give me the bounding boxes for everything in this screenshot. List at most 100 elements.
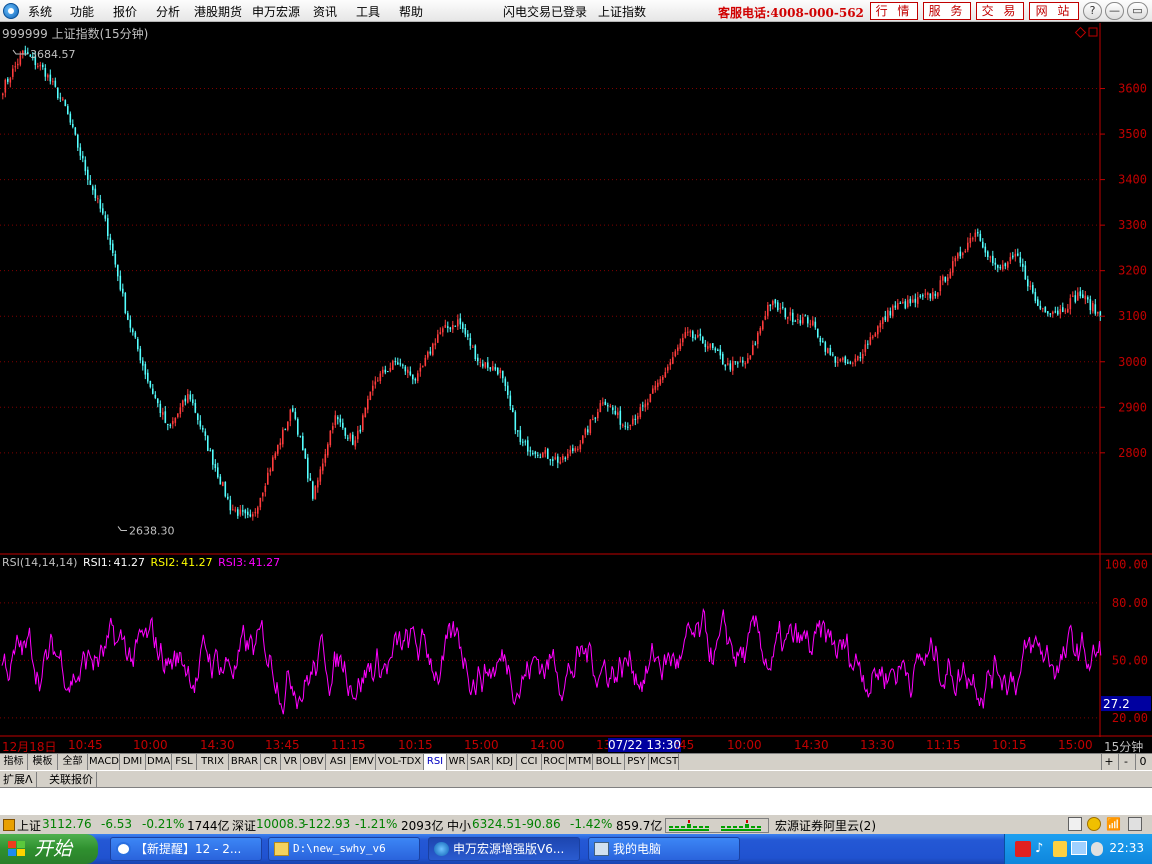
candle-body	[984, 246, 987, 253]
related-quote-tab[interactable]: 关联报价	[46, 772, 97, 787]
menu-system[interactable]: 系统	[28, 3, 52, 20]
chart-area[interactable]: 2800 2900 3000 3100 3200 3300 3400 3500 3600 20.0…	[0, 23, 1152, 753]
candle-body	[472, 346, 474, 348]
menu-news[interactable]: 资讯	[313, 3, 337, 20]
candle-body	[217, 467, 219, 478]
zoom-out-button[interactable]: -	[1118, 754, 1133, 770]
lock-icon[interactable]	[1128, 817, 1142, 831]
zoom-in-button[interactable]: +	[1101, 754, 1116, 770]
indicator-tab-trix[interactable]: TRIX	[197, 754, 229, 770]
kline-rsi-chart[interactable]: 2800 2900 3000 3100 3200 3300 3400 3500 3600 20.0…	[0, 23, 1152, 737]
indicator-tab-指标[interactable]: 指标	[0, 754, 28, 770]
indicator-tab-dmi[interactable]: DMI	[120, 754, 146, 770]
indicator-tab-emv[interactable]: EMV	[351, 754, 376, 770]
candle-body	[547, 448, 549, 459]
indicator-tab-psy[interactable]: PSY	[625, 754, 649, 770]
indicator-tab-boll[interactable]: BOLL	[593, 754, 625, 770]
candle-body	[337, 417, 339, 420]
quote-button[interactable]: 行 情	[870, 2, 918, 20]
candle-body	[384, 369, 387, 373]
candle-body	[104, 215, 107, 219]
indicator-tab-wr[interactable]: WR	[447, 754, 468, 770]
tray-red-icon[interactable]	[1015, 841, 1031, 857]
start-button[interactable]: 开始	[0, 834, 98, 864]
indicator-tab-obv[interactable]: OBV	[301, 754, 326, 770]
taskbar-item-reminder[interactable]: 【新提醒】12 - 2...	[110, 837, 262, 861]
menu-hk-futures[interactable]: 港股期货	[194, 3, 242, 20]
help-icon[interactable]: ?	[1083, 2, 1102, 20]
indicator-tab-mcst[interactable]: MCST	[649, 754, 679, 770]
app-logo-icon[interactable]	[3, 3, 19, 19]
indicator-tab-dma[interactable]: DMA	[146, 754, 172, 770]
candle-body	[817, 328, 819, 338]
indicator-tab-rsi[interactable]: RSI	[424, 754, 447, 770]
market-icon[interactable]	[3, 819, 15, 831]
candle-body	[404, 366, 407, 372]
indicator-tab-macd[interactable]: MACD	[88, 754, 120, 770]
candle-body	[782, 306, 784, 308]
menu-quote[interactable]: 报价	[113, 3, 137, 20]
taskbar-item-my-computer[interactable]: 我的电脑	[588, 837, 740, 861]
candle-body	[267, 472, 269, 485]
candle-body	[137, 338, 139, 350]
taskbar-item-swhy-app[interactable]: 申万宏源增强版V6...	[428, 837, 580, 861]
candle-body	[979, 233, 982, 241]
candle-body	[314, 486, 317, 500]
menu-analysis[interactable]: 分析	[156, 3, 180, 20]
tray-app-icon[interactable]	[1053, 841, 1067, 857]
candle-body	[69, 113, 72, 123]
menu-swhy[interactable]: 申万宏源	[252, 3, 300, 20]
indicator-tab-sar[interactable]: SAR	[468, 754, 493, 770]
restore-icon[interactable]: ▭	[1127, 2, 1148, 20]
indicator-tab-cr[interactable]: CR	[261, 754, 281, 770]
indicator-tab-fsl[interactable]: FSL	[172, 754, 197, 770]
minimize-icon[interactable]: —	[1105, 2, 1124, 20]
price-tick-label: 3100	[1118, 309, 1147, 323]
tray-shield-icon[interactable]	[1091, 842, 1103, 856]
indicator-tab-mtm[interactable]: MTM	[567, 754, 593, 770]
tray-network-icon[interactable]	[1071, 841, 1087, 855]
indicator-tab-kdj[interactable]: KDJ	[493, 754, 517, 770]
indicator-tab-brar[interactable]: BRAR	[229, 754, 261, 770]
candle-body	[957, 253, 959, 259]
tray-sound-icon[interactable]: ♪	[1035, 841, 1043, 856]
indicator-tab-vr[interactable]: VR	[281, 754, 301, 770]
candle-body	[727, 363, 729, 365]
taskbar-item-folder[interactable]: D:\new_swhy_v6	[268, 837, 420, 861]
broker-server[interactable]: 宏源证券阿里云(2)	[775, 817, 876, 834]
menu-function[interactable]: 功能	[70, 3, 94, 20]
service-button[interactable]: 服 务	[923, 2, 971, 20]
indicator-tab-模板[interactable]: 模板	[28, 754, 58, 770]
candle-body	[929, 293, 932, 299]
candle-body	[539, 457, 542, 459]
zoom-reset-button[interactable]: 0	[1135, 754, 1150, 770]
indicator-tab-cci[interactable]: CCI	[517, 754, 542, 770]
window-icon[interactable]	[1068, 817, 1082, 831]
indicator-tab-roc[interactable]: ROC	[542, 754, 567, 770]
expand-tab[interactable]: 扩展Λ	[0, 772, 37, 787]
menu-help[interactable]: 帮助	[399, 3, 423, 20]
candle-body	[1082, 294, 1084, 298]
indicator-tab-vol-tdx[interactable]: VOL-TDX	[376, 754, 424, 770]
candle-body	[339, 418, 342, 423]
trading-app-window: 系统 功能 报价 分析 港股期货 申万宏源 资讯 工具 帮助 闪电交易已登录 上…	[0, 0, 1152, 864]
candle-body	[349, 433, 352, 439]
menu-tools[interactable]: 工具	[356, 3, 380, 20]
indicator-tab-asi[interactable]: ASI	[326, 754, 351, 770]
candle-body	[969, 237, 972, 244]
candle-body	[787, 316, 789, 319]
trade-button[interactable]: 交 易	[976, 2, 1024, 20]
indicator-tab-全部[interactable]: 全部	[58, 754, 88, 770]
website-button[interactable]: 网 站	[1029, 2, 1079, 20]
candle-body	[257, 507, 259, 514]
candles-layer	[2, 45, 1102, 521]
candle-body	[697, 334, 699, 338]
candle-body	[669, 362, 672, 366]
candle-body	[622, 424, 624, 426]
candle-body	[869, 337, 872, 345]
candle-body	[269, 469, 272, 472]
time-axis: 12月18日 10:45 10:00 14:30 13:45 11:15 10:…	[0, 737, 1152, 754]
candle-body	[439, 332, 442, 334]
candle-body	[159, 403, 162, 413]
smiley-icon[interactable]	[1087, 817, 1101, 831]
